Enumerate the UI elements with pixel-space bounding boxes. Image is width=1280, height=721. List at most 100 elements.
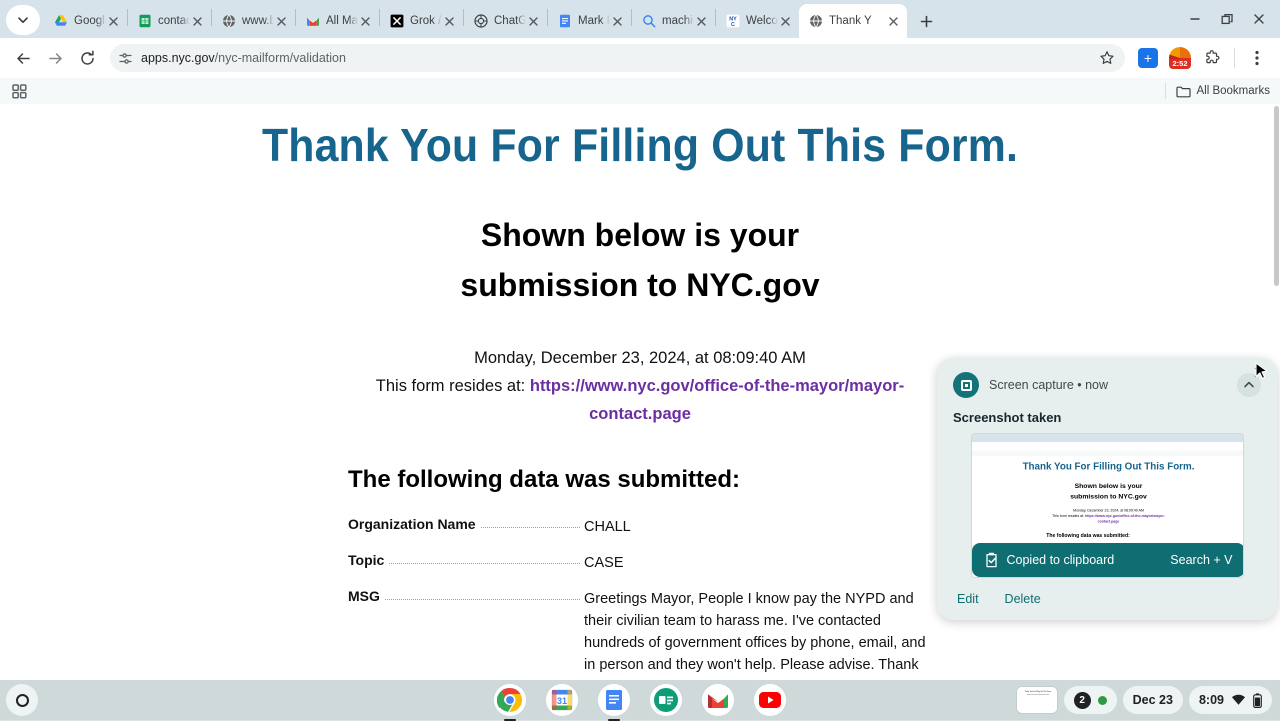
tab-close-icon[interactable] [358,14,373,29]
notification-headline: Screenshot taken [953,410,1261,425]
thumb-location-link: https://www.nyc.gov/office-of-the-mayor/… [1085,514,1165,524]
tab-close-icon[interactable] [190,14,205,29]
reload-button[interactable] [72,43,102,73]
tab-title: www.bin [242,15,274,27]
notification-source: Screen capture • now [989,378,1227,392]
screenshot-preview-thumbnail[interactable]: Thank You For Filling Out This Form. Sho… [971,433,1244,578]
thumb-data-heading: The following data was submitted: [1046,533,1244,539]
x-icon [389,14,404,29]
tab-strip: Google contacts www.bin All MailGrok / X Ch… [0,0,1280,38]
tab-title: ChatGP [494,15,526,27]
globe-icon [221,14,236,29]
chrome-menu-button[interactable] [1242,43,1272,73]
tray-time-label: 8:09 [1199,693,1224,707]
browser-tab[interactable]: Grok / X [380,4,463,38]
close-window-button[interactable] [1244,6,1274,32]
submitted-fields-list: Organization NameCHALLTopicCASEMSGGreeti… [348,516,948,680]
address-bar-url: apps.nyc.gov/nyc-mailform/validation [141,51,346,65]
tab-close-icon[interactable] [106,14,121,29]
extensions-button[interactable] [1197,43,1227,73]
shelf-app-youtube[interactable] [754,684,786,716]
timer-extension-label: 2:52 [1169,59,1191,69]
dotted-leader [385,588,580,600]
system-tray: Thank You For Filling Out This Form. Sho… [1016,686,1272,714]
all-bookmarks-label: All Bookmarks [1197,85,1271,97]
tab-close-icon[interactable] [886,14,901,29]
submitted-field-label: Topic [348,552,384,568]
tab-close-icon[interactable] [610,14,625,29]
tab-close-icon[interactable] [442,14,457,29]
gmail-icon [305,14,320,29]
browser-tab[interactable]: NYCWelcom [716,4,799,38]
notification-counter-button[interactable]: 2 [1064,686,1117,714]
submitted-field-label: MSG [348,588,380,604]
all-bookmarks-button[interactable]: All Bookmarks [1165,83,1271,99]
status-area-button[interactable]: 8:09 [1189,686,1272,714]
tab-title: Google [74,15,106,27]
submitted-field-row: MSGGreetings Mayor, People I know pay th… [348,588,948,680]
tray-screenshot-thumbnail[interactable]: Thank You For Filling Out This Form. Sho… [1016,686,1058,714]
apps-grid-icon[interactable] [10,82,28,100]
tab-title: Thank Y [829,15,886,27]
timer-extension-button[interactable]: 2:52 [1165,43,1195,73]
screen-capture-icon [953,372,979,398]
page-scrollbar-thumb[interactable] [1274,106,1279,286]
submitted-field-value: CASE [584,552,936,574]
page-subtitle: Shown below is your submission to NYC.go… [405,210,875,310]
wifi-icon [1231,694,1246,706]
submitted-field-value: CHALL [584,516,936,538]
search-icon [641,14,656,29]
browser-tab[interactable]: Google [44,4,127,38]
back-button[interactable] [8,43,38,73]
chatgpt-icon [473,14,488,29]
tab-close-icon[interactable] [526,14,541,29]
browser-tab[interactable]: ChatGP [464,4,547,38]
page-title: Thank You For Filling Out This Form. [45,118,1235,172]
address-bar[interactable]: apps.nyc.gov/nyc-mailform/validation [110,44,1125,72]
tab-title: contacts [158,15,190,27]
submitted-field-label-wrap: MSG [348,588,584,680]
browser-tab[interactable]: Mark Pi [548,4,631,38]
bookmark-star-icon[interactable] [1099,50,1115,66]
timer-extension-icon: 2:52 [1169,47,1191,69]
sheets-icon [137,14,152,29]
notification-delete-button[interactable]: Delete [1005,592,1041,606]
tab-title: Welcom [746,15,778,27]
tab-close-icon[interactable] [694,14,709,29]
browser-tab-active[interactable]: Thank Y [799,4,907,38]
shelf-app-google-docs[interactable] [598,684,630,716]
form-location-prefix: This form resides at: [376,377,525,395]
battery-icon [1253,693,1262,708]
submitted-field-label-wrap: Topic [348,552,584,574]
tab-close-icon[interactable] [274,14,289,29]
thumb-location-prefix: This form resides at: [1052,514,1084,518]
browser-tab[interactable]: contacts [128,4,211,38]
browser-tab[interactable]: machine [632,4,715,38]
svg-text:C: C [731,22,735,28]
tab-title: Mark Pi [578,15,610,27]
screenshot-notification[interactable]: Screen capture • now Screenshot taken Th… [937,358,1277,620]
tab-search-button[interactable] [6,5,40,35]
globe-icon [808,14,823,29]
shelf-app-chrome[interactable] [494,684,526,716]
calendar-date-button[interactable]: Dec 23 [1123,686,1183,714]
form-location-link[interactable]: https://www.nyc.gov/office-of-the-mayor/… [530,377,904,423]
clipboard-toast-label: Copied to clipboard [1007,553,1115,567]
tab-close-icon[interactable] [778,14,793,29]
shelf-app-gmail[interactable] [702,684,734,716]
browser-tab[interactable]: All Mail [296,4,379,38]
forward-button[interactable] [40,43,70,73]
site-settings-icon[interactable] [118,51,133,66]
browser-tab[interactable]: www.bin [212,4,295,38]
new-tab-button[interactable] [913,8,939,34]
minimize-button[interactable] [1180,6,1210,32]
shelf-app-google-calendar[interactable]: 31 [546,684,578,716]
shelf-app-google-classroom[interactable] [650,684,682,716]
toolbar-divider [1234,48,1235,68]
extension-add-button[interactable]: + [1133,43,1163,73]
maximize-restore-button[interactable] [1212,6,1242,32]
notification-edit-button[interactable]: Edit [957,592,979,606]
notification-count-badge: 2 [1074,692,1091,709]
thumb-title: Thank You For Filling Out This Form. [972,456,1244,472]
submitted-field-row: Topic CASE [348,552,948,574]
